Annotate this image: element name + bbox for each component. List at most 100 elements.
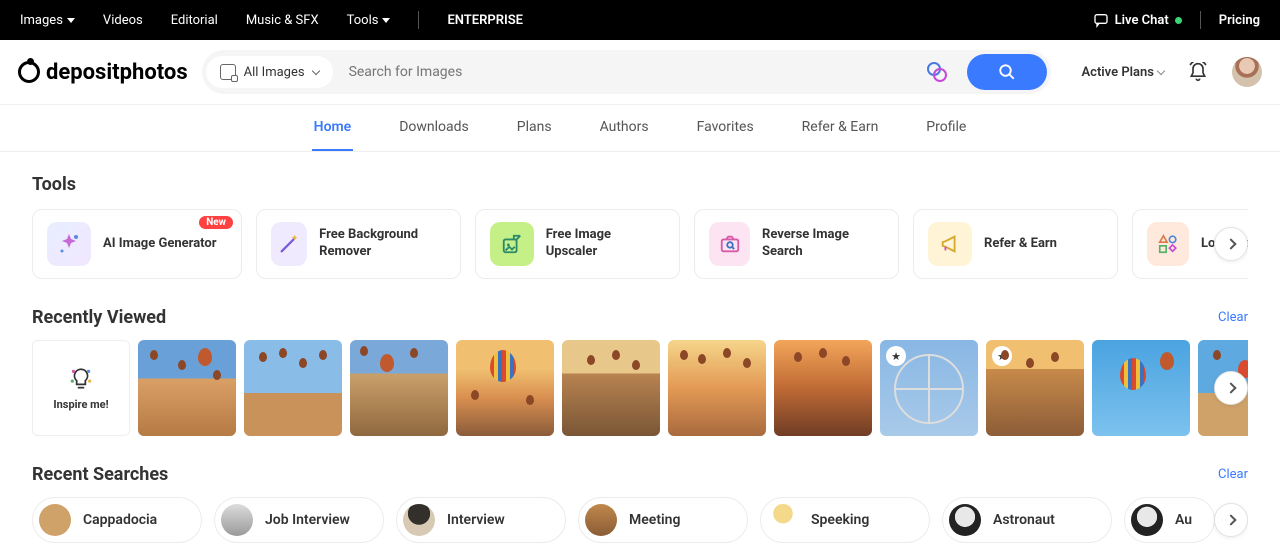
user-avatar[interactable] xyxy=(1232,57,1262,87)
chevron-right-icon xyxy=(1225,238,1236,249)
recent-scroll-next[interactable] xyxy=(1214,371,1248,405)
search-bar: All Images xyxy=(202,50,1052,94)
recently-viewed-clear[interactable]: Clear xyxy=(1218,310,1248,325)
search-pill-interview[interactable]: Interview xyxy=(396,497,566,543)
visual-search-button[interactable] xyxy=(923,58,951,86)
recent-searches-title: Recent Searches xyxy=(32,464,168,485)
pill-thumb-icon xyxy=(585,504,617,536)
pill-thumb-icon xyxy=(39,504,71,536)
recent-searches-clear[interactable]: Clear xyxy=(1218,467,1248,482)
inspire-me-card[interactable]: Inspire me! xyxy=(32,340,130,436)
search-button[interactable] xyxy=(967,54,1047,90)
pill-thumb-icon xyxy=(949,504,981,536)
category-selector[interactable]: All Images xyxy=(206,56,333,88)
tool-label: Free Background Remover xyxy=(319,227,446,261)
tools-title: Tools xyxy=(32,174,1248,195)
topnav-enterprise[interactable]: ENTERPRISE xyxy=(447,13,523,28)
topnav-label: ENTERPRISE xyxy=(447,13,523,28)
tab-plans[interactable]: Plans xyxy=(515,105,554,151)
search-pill-cappadocia[interactable]: Cappadocia xyxy=(32,497,202,543)
pricing-label: Pricing xyxy=(1219,13,1260,28)
recently-viewed-title: Recently Viewed xyxy=(32,307,166,328)
tool-label: AI Image Generator xyxy=(103,236,217,253)
pill-label: Interview xyxy=(447,512,505,528)
tab-authors[interactable]: Authors xyxy=(598,105,651,151)
search-pill-partial[interactable]: Au xyxy=(1124,497,1215,543)
live-chat-label: Live Chat xyxy=(1115,13,1169,28)
topbar: Images Videos Editorial Music & SFX Tool… xyxy=(0,0,1280,40)
tab-downloads[interactable]: Downloads xyxy=(397,105,471,151)
visual-search-icon xyxy=(925,60,949,84)
topnav-label: Music & SFX xyxy=(246,13,319,28)
search-pill-astronaut[interactable]: Astronaut xyxy=(942,497,1112,543)
recent-thumb[interactable]: ★ xyxy=(880,340,978,436)
recently-viewed-row: Inspire me! ★ ★ xyxy=(32,340,1248,436)
chevron-down-icon xyxy=(1157,67,1165,75)
tab-home[interactable]: Home xyxy=(312,105,354,151)
tool-reverse-search[interactable]: Reverse Image Search xyxy=(694,209,899,279)
search-pill-job-interview[interactable]: Job Interview xyxy=(214,497,384,543)
bell-icon xyxy=(1188,62,1208,82)
tool-bg-remover[interactable]: Free Background Remover xyxy=(256,209,461,279)
recent-thumb[interactable]: ★ xyxy=(986,340,1084,436)
recent-thumb[interactable] xyxy=(1092,340,1190,436)
topnav-label: Tools xyxy=(347,13,379,28)
chevron-right-icon xyxy=(1225,382,1236,393)
tool-label: Reverse Image Search xyxy=(762,227,884,261)
topnav-images[interactable]: Images xyxy=(20,13,75,28)
searches-scroll-next[interactable] xyxy=(1214,503,1248,537)
topnav-videos[interactable]: Videos xyxy=(103,13,143,28)
divider xyxy=(1200,11,1201,29)
recent-thumb[interactable] xyxy=(668,340,766,436)
pricing-link[interactable]: Pricing xyxy=(1219,13,1260,28)
pill-label: Au xyxy=(1175,512,1192,528)
shapes-icon xyxy=(1147,222,1189,266)
search-pill-meeting[interactable]: Meeting xyxy=(578,497,748,543)
pill-label: Astronaut xyxy=(993,512,1055,528)
tab-favorites[interactable]: Favorites xyxy=(695,105,756,151)
brand-logo[interactable]: depositphotos xyxy=(18,60,188,85)
topnav-tools[interactable]: Tools xyxy=(347,13,391,28)
tool-refer-earn[interactable]: Refer & Earn xyxy=(913,209,1118,279)
tool-ai-generator[interactable]: New AI Image Generator xyxy=(32,209,242,279)
tools-scroll-next[interactable] xyxy=(1214,227,1248,261)
divider xyxy=(418,11,419,29)
tab-refer-earn[interactable]: Refer & Earn xyxy=(800,105,881,151)
category-label: All Images xyxy=(244,65,305,80)
recent-thumb[interactable] xyxy=(138,340,236,436)
live-chat-button[interactable]: Live Chat xyxy=(1093,12,1182,28)
recent-thumb[interactable] xyxy=(244,340,342,436)
search-icon xyxy=(998,63,1016,81)
lightbulb-icon xyxy=(68,366,94,392)
pill-thumb-icon xyxy=(1131,504,1163,536)
pill-label: Cappadocia xyxy=(83,512,157,528)
topnav-label: Videos xyxy=(103,13,143,28)
chat-icon xyxy=(1093,12,1109,28)
new-badge: New xyxy=(199,216,233,229)
tab-profile[interactable]: Profile xyxy=(924,105,968,151)
camera-search-icon xyxy=(709,222,750,266)
recent-thumb[interactable] xyxy=(350,340,448,436)
search-pill-speeking[interactable]: Speeking xyxy=(760,497,930,543)
search-input[interactable] xyxy=(343,64,914,80)
topnav-editorial[interactable]: Editorial xyxy=(171,13,218,28)
recent-thumb[interactable] xyxy=(562,340,660,436)
tool-label: Free Image Upscaler xyxy=(546,227,665,261)
pill-thumb-icon xyxy=(403,504,435,536)
topbar-left: Images Videos Editorial Music & SFX Tool… xyxy=(20,11,523,29)
content: Tools New AI Image Generator Free Backgr… xyxy=(0,152,1280,553)
pill-thumb-icon xyxy=(767,504,799,536)
chevron-down-icon xyxy=(311,67,319,75)
active-plans-menu[interactable]: Active Plans xyxy=(1081,65,1164,80)
online-indicator xyxy=(1175,17,1182,24)
chevron-down-icon xyxy=(67,18,75,23)
notifications-button[interactable] xyxy=(1188,62,1208,82)
brand-name: depositphotos xyxy=(46,60,188,85)
recent-thumb[interactable] xyxy=(456,340,554,436)
magic-wand-icon xyxy=(271,222,307,266)
topnav-music[interactable]: Music & SFX xyxy=(246,13,319,28)
tool-upscaler[interactable]: Free Image Upscaler xyxy=(475,209,680,279)
recent-thumb[interactable] xyxy=(774,340,872,436)
logo-icon xyxy=(18,61,40,83)
topnav-label: Images xyxy=(20,13,63,28)
